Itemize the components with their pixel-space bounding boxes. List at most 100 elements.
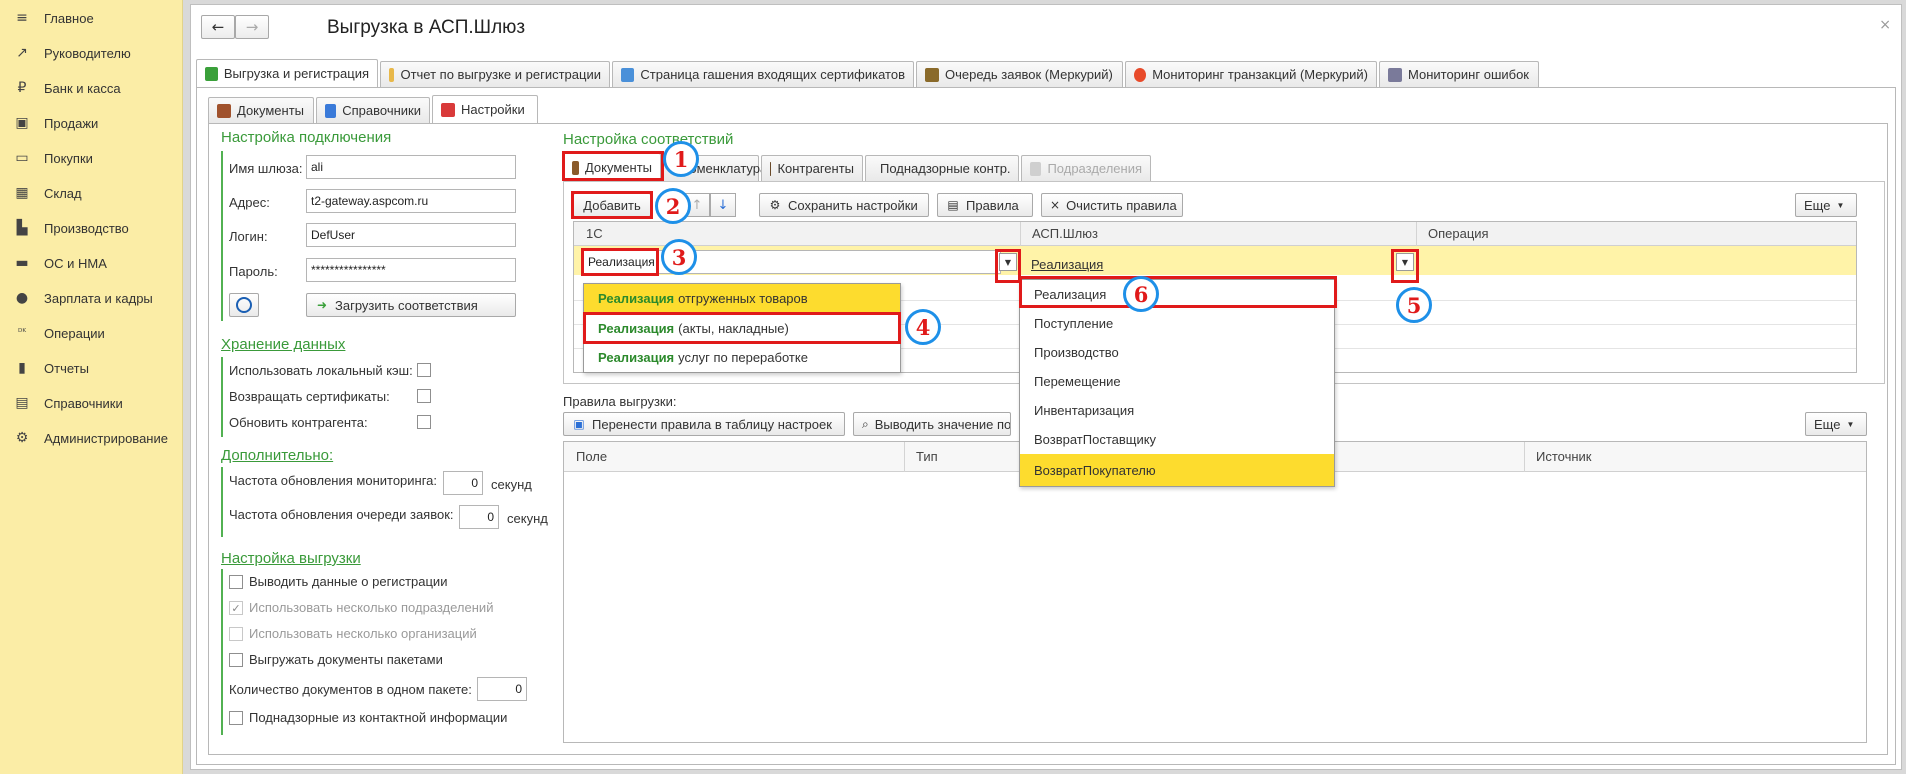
- list-item[interactable]: ВозвратПоставщику: [1020, 425, 1334, 454]
- field-asp-value[interactable]: Реализация: [1031, 257, 1103, 272]
- update-counterparty-checkbox[interactable]: [417, 415, 431, 429]
- more-button[interactable]: Еще ▼: [1805, 412, 1867, 436]
- show-registration-checkbox[interactable]: [229, 575, 243, 589]
- batch-count-input[interactable]: 0: [477, 677, 527, 701]
- subtab-settings[interactable]: Настройки: [432, 95, 538, 123]
- tab-queue[interactable]: Очередь заявок (Меркурий): [916, 61, 1123, 87]
- sidebar-item-purchases[interactable]: ▭ Покупки: [0, 141, 183, 175]
- annotation-badge: 4: [905, 309, 941, 345]
- forward-button[interactable]: →: [235, 15, 269, 39]
- sidebar-item-bank[interactable]: ₽ Банк и касса: [0, 71, 183, 105]
- sidebar-item-warehouse[interactable]: ▦ Склад: [0, 176, 183, 210]
- mapping-tab-supervised[interactable]: Поднадзорные контр.: [865, 155, 1019, 181]
- sidebar-item-production[interactable]: ▙ Производство: [0, 211, 183, 245]
- tab-export-registration[interactable]: Выгрузка и регистрация: [196, 59, 378, 87]
- column-header-asp: АСП.Шлюз: [1020, 222, 1416, 246]
- return-certs-label: Возвращать сертификаты:: [229, 389, 390, 404]
- address-input[interactable]: t2-gateway.aspcom.ru: [306, 189, 516, 213]
- gateway-input[interactable]: ali: [306, 155, 516, 179]
- sidebar-item-assets[interactable]: ▬ ОС и НМА: [0, 246, 183, 280]
- password-input[interactable]: ****************: [306, 258, 516, 282]
- password-label: Пароль:: [229, 264, 278, 279]
- rules-icon: ▤: [947, 198, 959, 212]
- annotation-badge: 3: [661, 239, 697, 275]
- supervised-contacts-checkbox[interactable]: [229, 711, 243, 725]
- column-header-source: Источник: [1524, 442, 1866, 472]
- queue-freq-input[interactable]: 0: [459, 505, 499, 529]
- tab-certificates[interactable]: Страница гашения входящих сертификатов: [612, 61, 914, 87]
- list-item[interactable]: Производство: [1020, 338, 1334, 367]
- mapping-tab-divisions[interactable]: Подразделения: [1021, 155, 1151, 181]
- connect-button[interactable]: [229, 293, 259, 317]
- page-title: Выгрузка в АСП.Шлюз: [327, 17, 526, 38]
- annotation-box: [1391, 249, 1419, 283]
- sidebar-item-sales[interactable]: ▣ Продажи: [0, 106, 183, 140]
- sidebar-item-main[interactable]: ≡ Главное: [0, 1, 183, 35]
- annotation-badge: 5: [1396, 287, 1432, 323]
- annotation-box: [1019, 276, 1337, 308]
- column-header-field: Поле: [564, 442, 904, 472]
- list-item[interactable]: ВозвратПокупателю: [1020, 454, 1334, 486]
- tab-transactions[interactable]: Мониторинг транзакций (Меркурий): [1125, 61, 1377, 87]
- close-icon: ×: [1050, 198, 1061, 212]
- column-separator: [904, 442, 905, 472]
- multi-orgs-checkbox[interactable]: [229, 627, 243, 641]
- annotation-box: [581, 248, 659, 276]
- multi-divisions-checkbox[interactable]: ✓: [229, 601, 243, 615]
- section-bar: [221, 467, 223, 537]
- operations-icon: ᴰᴷ: [17, 328, 27, 338]
- storage-title: Хранение данных: [221, 336, 346, 353]
- batch-docs-checkbox[interactable]: [229, 653, 243, 667]
- sidebar-item-label: Склад: [44, 185, 82, 201]
- move-rules-button[interactable]: ▣ Перенести правила в таблицу настроек: [563, 412, 845, 436]
- move-down-button[interactable]: ↓: [710, 193, 736, 217]
- sidebar-item-reports[interactable]: ▮ Отчеты: [0, 351, 183, 385]
- folder-icon: [217, 103, 231, 118]
- sidebar-item-label: Руководителю: [44, 45, 131, 61]
- sidebar-item-directories[interactable]: ▤ Справочники: [0, 386, 183, 420]
- clear-rules-button[interactable]: × Очистить правила: [1041, 193, 1183, 217]
- load-mappings-button[interactable]: ➜ Загрузить соответствия: [306, 293, 516, 317]
- person-icon: ●: [15, 290, 29, 306]
- sidebar-item-admin[interactable]: ⚙ Администрирование: [0, 421, 183, 455]
- books-icon: ▤: [15, 395, 29, 411]
- login-input[interactable]: DefUser: [306, 223, 516, 247]
- list-item[interactable]: Инвентаризация: [1020, 396, 1334, 425]
- column-separator: [1416, 222, 1417, 246]
- sidebar-item-manager[interactable]: ↗ Руководителю: [0, 36, 183, 70]
- tab-errors[interactable]: Мониторинг ошибок: [1379, 61, 1539, 87]
- list-item[interactable]: Поступление: [1020, 309, 1334, 338]
- tab-export-report[interactable]: Отчет по выгрузке и регистрации: [380, 61, 610, 87]
- building-icon: [1030, 161, 1042, 176]
- rules-button[interactable]: ▤ Правила: [937, 193, 1033, 217]
- close-icon[interactable]: ×: [1879, 17, 1891, 33]
- multi-divisions-label: Использовать несколько подразделений: [249, 600, 494, 615]
- list-item[interactable]: Перемещение: [1020, 367, 1334, 396]
- counterparties-icon: [770, 161, 772, 176]
- certificate-icon: [621, 67, 635, 82]
- export-settings-title: Настройка выгрузки: [221, 550, 361, 567]
- local-cache-checkbox[interactable]: [417, 363, 431, 377]
- monitoring-freq-input[interactable]: 0: [443, 471, 483, 495]
- sidebar-item-label: Зарплата и кадры: [44, 290, 153, 306]
- list-item[interactable]: Реализация услуг по переработке: [584, 343, 900, 372]
- mapping-tab-counterparties[interactable]: Контрагенты: [761, 155, 863, 181]
- cart-icon: ▭: [15, 150, 29, 166]
- subtab-documents[interactable]: Документы: [208, 97, 314, 123]
- show-value-button[interactable]: ⌕ Выводить значение по: [853, 412, 1011, 436]
- back-button[interactable]: ←: [201, 15, 235, 39]
- sidebar-item-label: Администрирование: [44, 430, 168, 446]
- return-certs-checkbox[interactable]: [417, 389, 431, 403]
- column-separator: [1020, 222, 1021, 246]
- sidebar-item-payroll[interactable]: ● Зарплата и кадры: [0, 281, 183, 315]
- more-button[interactable]: Еще ▼: [1795, 193, 1857, 217]
- subtab-directories[interactable]: Справочники: [316, 97, 430, 123]
- list-item[interactable]: Реализация отгруженных товаров: [584, 284, 900, 313]
- annotation-box: [995, 249, 1021, 283]
- save-settings-button[interactable]: ⚙ Сохранить настройки: [759, 193, 929, 217]
- sidebar-item-operations[interactable]: ᴰᴷ Операции: [0, 316, 183, 350]
- sidebar-item-label: ОС и НМА: [44, 255, 107, 271]
- unit-label: секунд: [491, 477, 532, 492]
- sidebar-item-label: Главное: [44, 10, 94, 26]
- connection-title: Настройка подключения: [221, 129, 392, 146]
